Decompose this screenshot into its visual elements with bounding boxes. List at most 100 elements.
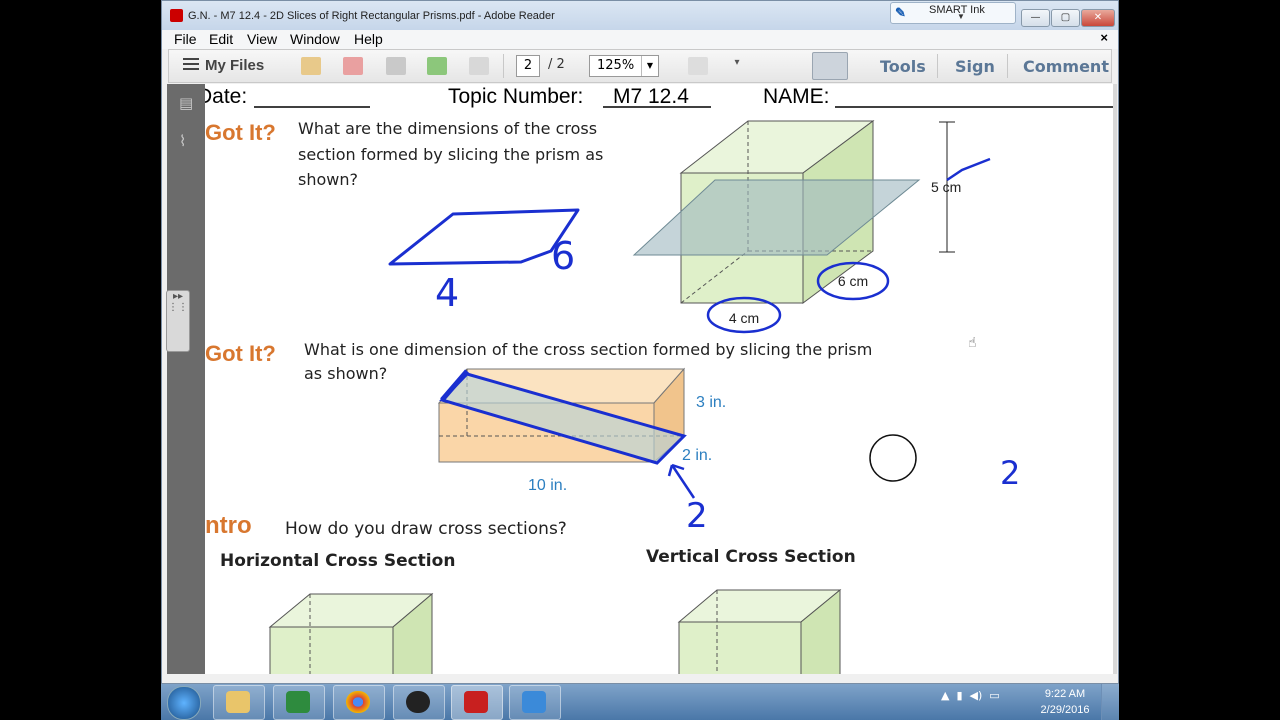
smart-ink-icon: ✎ <box>895 5 906 20</box>
folder-icon <box>226 691 250 713</box>
toolbar-divider <box>937 54 938 78</box>
header-date: Date: <box>205 85 247 108</box>
pdf-page-content: Date: Topic Number: M7 12.4 NAME: Got It… <box>205 85 1113 674</box>
system-clock[interactable]: 9:22 AM 2/29/2016 <box>1035 686 1095 718</box>
pen-cursor-circle <box>869 434 917 482</box>
header-topic: Topic Number: <box>448 85 583 108</box>
taskbar-smart-notebook[interactable] <box>509 685 561 720</box>
obs-icon <box>406 691 430 713</box>
question-2-line-2: as shown? <box>304 364 387 383</box>
smart-ink-dropdown-icon[interactable]: ▼ <box>957 12 965 21</box>
menu-edit[interactable]: Edit <box>209 31 233 47</box>
got-it-heading-2: Got It? <box>205 341 276 366</box>
page-thumbnails-icon[interactable]: ▤ <box>179 94 197 112</box>
menu-help[interactable]: Help <box>354 31 383 47</box>
excel-icon <box>286 691 310 713</box>
hand-cursor-icon: ☝ <box>968 335 977 351</box>
taskbar-excel[interactable] <box>273 685 325 720</box>
question-2-line-1: What is one dimension of the cross secti… <box>304 340 872 359</box>
create-pdf-icon[interactable] <box>343 57 363 75</box>
prism-1-width-label: 4 cm <box>729 310 759 326</box>
vertical-scrollbar[interactable] <box>1113 84 1117 674</box>
menu-hamburger-icon[interactable] <box>183 58 199 71</box>
tools-button[interactable]: Tools <box>880 57 926 76</box>
got-it-heading-1: Got It? <box>205 120 276 145</box>
attachments-icon[interactable]: ⌇ <box>179 132 197 150</box>
question-1-line-2: section formed by slicing the prism as <box>298 145 603 164</box>
handwritten-arrow <box>667 463 696 499</box>
question-1-line-3: shown? <box>298 170 358 189</box>
prism-1-slicing-plane <box>632 179 921 256</box>
vertical-cross-section-title: Vertical Cross Section <box>646 547 856 567</box>
adobe-reader-icon <box>170 9 183 22</box>
menu-window[interactable]: Window <box>290 31 340 47</box>
clock-time: 9:22 AM <box>1044 688 1086 700</box>
edit-pdf-icon[interactable] <box>386 57 406 75</box>
horizontal-cross-section-title: Horizontal Cross Section <box>220 551 455 571</box>
my-files-button[interactable]: My Files <box>205 57 264 74</box>
minimize-button[interactable]: — <box>1021 9 1050 27</box>
menu-file[interactable]: File <box>174 31 197 47</box>
clock-date: 2/29/2016 <box>1040 704 1090 716</box>
horizontal-prism-front <box>269 626 394 674</box>
maximize-button[interactable]: ▢ <box>1051 9 1080 27</box>
zoom-select[interactable]: 125% ▼ <box>589 55 659 77</box>
handwritten-6: 6 <box>551 234 575 278</box>
handwritten-2-answer: 2 <box>686 496 708 536</box>
document-close-icon[interactable]: × <box>1100 30 1108 45</box>
chrome-icon <box>346 691 370 713</box>
prism-2-diagram: 3 in. 2 in. 10 in. 2 <box>437 367 726 536</box>
toolbar: My Files 2 / 2 125% ▼ ▾ Tools Sign Comme… <box>168 49 1112 83</box>
upload-cloud-icon[interactable] <box>427 57 447 75</box>
sign-button[interactable]: Sign <box>955 57 995 76</box>
question-1-line-1: What are the dimensions of the cross <box>298 119 597 138</box>
page-total: / 2 <box>548 57 565 72</box>
taskbar-adobe-reader[interactable] <box>451 685 503 720</box>
system-tray-icons[interactable]: ▲ ▮ ◀) ▭ <box>941 689 1000 702</box>
toolbar-divider <box>503 54 504 78</box>
pane-expand-handle[interactable]: ▸▸ ⋮⋮ <box>166 290 190 352</box>
comment-button[interactable]: Comment <box>1023 57 1109 76</box>
topic-value: M7 12.4 <box>613 85 689 108</box>
horizontal-cross-section-prism <box>268 592 434 674</box>
vertical-cross-section-prism <box>677 588 842 674</box>
zoom-value: 125% <box>597 58 635 73</box>
toolbar-divider <box>1007 54 1008 78</box>
page-number-input[interactable]: 2 <box>516 55 540 77</box>
prism-2-length-label: 10 in. <box>528 477 567 494</box>
chevron-down-icon[interactable]: ▼ <box>641 56 658 76</box>
handwritten-2-extra: 2 <box>1000 454 1020 492</box>
header-name: NAME: <box>763 85 830 108</box>
hand-tool-icon[interactable] <box>812 52 848 80</box>
navigation-pane: ▤ ⌇ ▸▸ ⋮⋮ <box>166 84 207 674</box>
show-desktop-button[interactable] <box>1101 684 1119 720</box>
intro-question: How do you draw cross sections? <box>285 519 567 539</box>
smart-ink-toolbar[interactable]: ✎ SMART Ink ▼ <box>890 2 1016 24</box>
title-bar: G.N. - M7 12.4 - 2D Slices of Right Rect… <box>162 1 1118 30</box>
start-button[interactable] <box>167 686 201 720</box>
handwritten-checkmark <box>946 157 991 182</box>
handwritten-4: 4 <box>435 271 459 315</box>
prism-1-diagram: 5 cm 6 cm 4 cm <box>632 120 991 334</box>
prism-1-depth-label: 6 cm <box>838 273 868 289</box>
prism-1-height-label: 5 cm <box>931 179 961 195</box>
taskbar-explorer[interactable] <box>213 685 265 720</box>
menu-view[interactable]: View <box>247 31 277 47</box>
fit-page-icon[interactable] <box>688 57 708 75</box>
open-file-icon[interactable] <box>301 57 321 75</box>
more-tools-icon[interactable]: ▾ <box>727 57 747 75</box>
taskbar-obs[interactable] <box>393 685 445 720</box>
prism-2-height-label: 3 in. <box>696 394 726 411</box>
close-button[interactable]: ✕ <box>1081 9 1115 27</box>
intro-heading: ntro <box>205 512 252 539</box>
windows-taskbar: ▲ ▮ ◀) ▭ 9:22 AM 2/29/2016 <box>161 684 1119 720</box>
adobe-reader-window: G.N. - M7 12.4 - 2D Slices of Right Rect… <box>161 0 1119 684</box>
taskbar-chrome[interactable] <box>333 685 385 720</box>
window-title: G.N. - M7 12.4 - 2D Slices of Right Rect… <box>188 10 555 22</box>
notebook-icon <box>522 691 546 713</box>
prism-2-depth-label: 2 in. <box>682 447 712 464</box>
adobe-reader-icon <box>464 691 488 713</box>
menu-bar: File Edit View Window Help × <box>162 30 1118 49</box>
save-icon[interactable] <box>469 57 489 75</box>
vertical-prism-front <box>678 621 802 674</box>
